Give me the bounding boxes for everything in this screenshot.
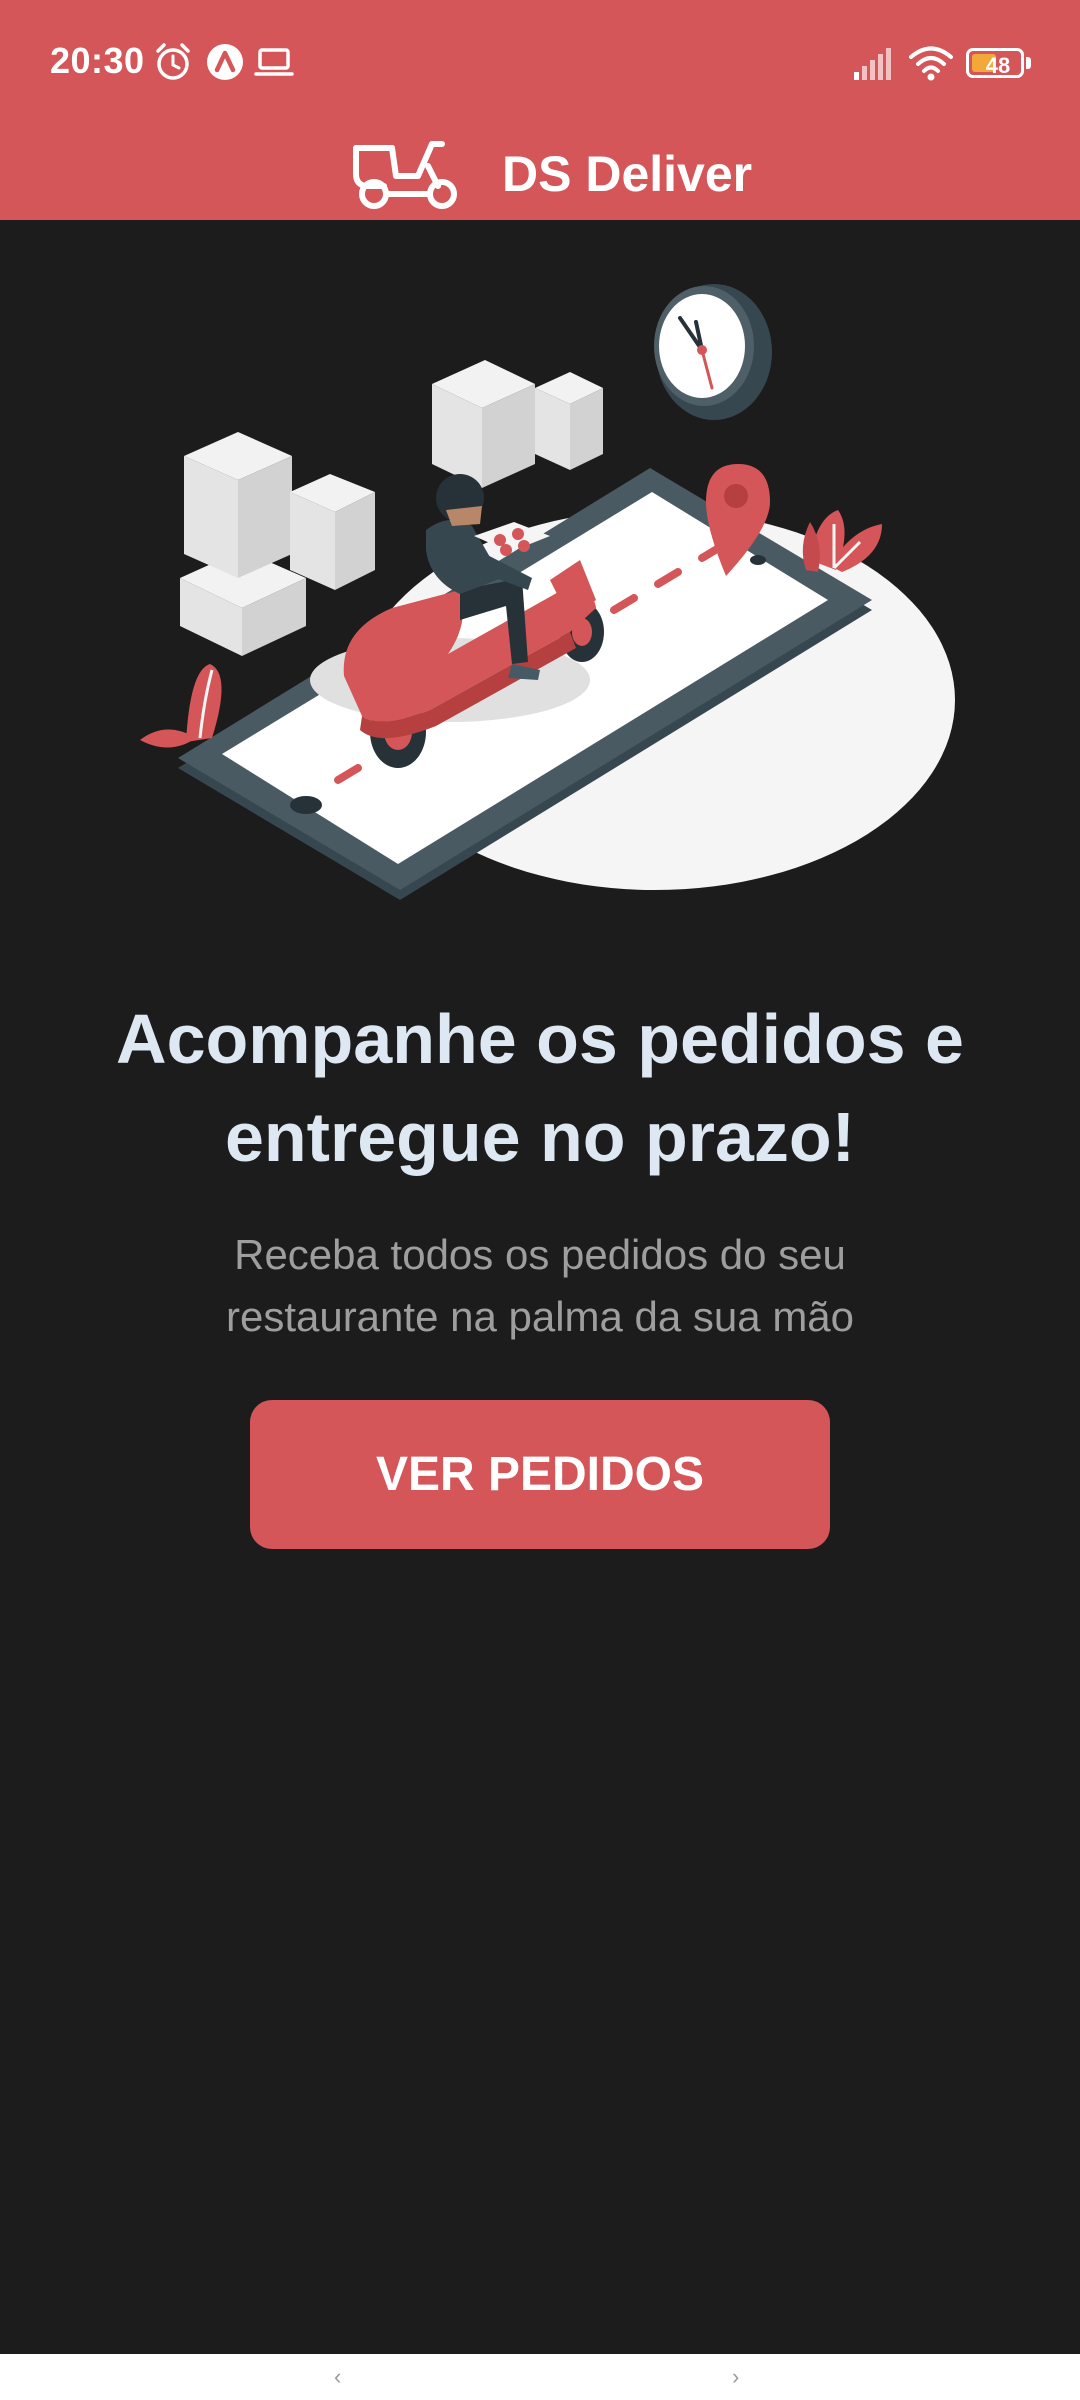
app-header: 20:30 48 DS Deliver	[0, 0, 1080, 220]
boxes-top	[432, 360, 603, 488]
clock-illustration	[654, 284, 772, 420]
alarm-icon	[156, 43, 190, 80]
hero-headline: Acompanhe os pedidos e entregue no prazo…	[60, 990, 1020, 1186]
nav-back-button[interactable]: ‹	[334, 2362, 341, 2392]
hero-subtitle-line1: Receba todos os pedidos do seu	[234, 1231, 846, 1278]
laptop-icon	[254, 48, 294, 76]
plant-right	[802, 510, 882, 572]
app-title: DS Deliver	[502, 146, 753, 202]
app-a-icon	[207, 44, 243, 80]
wifi-icon	[909, 46, 953, 81]
battery-level: 48	[985, 53, 1011, 78]
nav-forward-button[interactable]: ›	[732, 2362, 739, 2392]
hero-subtitle: Receba todos os pedidos do seu restauran…	[140, 1224, 940, 1348]
scooter-icon	[353, 141, 457, 209]
brand-bar: DS Deliver	[0, 130, 1080, 220]
hero-headline-line2: entregue no prazo!	[224, 1098, 856, 1176]
hero-headline-line1: Acompanhe os pedidos e	[116, 1000, 964, 1078]
boxes-left	[180, 432, 375, 656]
status-bar: 20:30 48	[0, 0, 1080, 128]
battery-icon: 48	[966, 48, 1032, 80]
hero-subtitle-line2: restaurante na palma da sua mão	[225, 1293, 855, 1340]
status-time: 20:30	[50, 40, 145, 81]
plant-left	[140, 664, 222, 748]
delivery-scooter-on-phone-illustration	[140, 284, 955, 900]
view-orders-button[interactable]: VER PEDIDOS	[250, 1400, 830, 1549]
signal-icon	[854, 48, 891, 80]
system-nav-bar: ‹ ›	[0, 2354, 1080, 2400]
